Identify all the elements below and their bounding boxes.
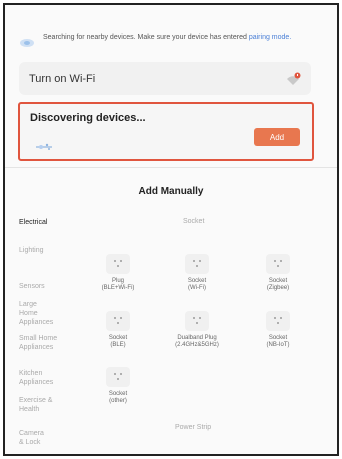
device-name: Socket: [108, 335, 128, 341]
device-socket-wifi[interactable]: Socket (Wi-Fi): [162, 254, 232, 292]
section-title-socket: Socket: [183, 218, 205, 225]
device-protocol: (Zigbee): [266, 285, 290, 291]
plug-icon: [106, 254, 130, 274]
device-protocol: (other): [109, 398, 127, 404]
discovering-panel: Discovering devices... Add: [18, 102, 314, 161]
device-name: Socket: [108, 391, 128, 397]
sidebar-item-small-home-appliances[interactable]: Small Home Appliances: [19, 334, 63, 352]
socket-icon: [106, 367, 130, 387]
sidebar-item-electrical[interactable]: Electrical: [19, 218, 79, 227]
section-title-power-strip: Power Strip: [175, 424, 212, 431]
device-socket-nb-iot[interactable]: Socket (NB-IoT): [243, 311, 313, 349]
sidebar-item-sensors[interactable]: Sensors: [19, 282, 79, 291]
scanning-icon: [36, 143, 52, 150]
sidebar-item-large-home-appliances[interactable]: Large Home Appliances: [19, 300, 53, 327]
device-plug-ble-wifi[interactable]: Plug (BLE+Wi-Fi): [83, 254, 153, 292]
add-button[interactable]: Add: [254, 128, 300, 146]
socket-icon: [185, 254, 209, 274]
device-protocol: (BLE): [110, 342, 126, 348]
device-socket-ble[interactable]: Socket (BLE): [83, 311, 153, 349]
plug-icon: [185, 311, 209, 331]
device-socket-other[interactable]: Socket (other): [83, 367, 153, 405]
add-manually-title: Add Manually: [138, 186, 204, 197]
section-divider: [5, 167, 337, 168]
device-name: Socket: [268, 278, 288, 284]
radar-icon: [20, 39, 34, 47]
device-protocol: (Wi-Fi): [188, 285, 206, 291]
socket-icon: [266, 254, 290, 274]
wifi-warning-icon[interactable]: [285, 72, 301, 86]
discovering-title: Discovering devices...: [30, 112, 146, 124]
device-protocol: (2.4GHz&5GHz): [175, 342, 219, 348]
device-socket-zigbee[interactable]: Socket (Zigbee): [243, 254, 313, 292]
pairing-mode-link[interactable]: pairing mode.: [249, 34, 291, 41]
device-name: Plug: [111, 278, 124, 284]
socket-icon: [266, 311, 290, 331]
device-name: Socket: [187, 278, 207, 284]
wifi-row[interactable]: Turn on Wi-Fi: [19, 62, 311, 95]
device-dualband-plug[interactable]: Dualband Plug (2.4GHz&5GHz): [162, 311, 232, 349]
banner-message: Searching for nearby devices. Make sure …: [43, 33, 291, 42]
screen-frame: Searching for nearby devices. Make sure …: [3, 3, 339, 456]
device-protocol: (NB-IoT): [266, 342, 290, 348]
banner-text: Searching for nearby devices. Make sure …: [43, 34, 249, 41]
search-banner: Searching for nearby devices. Make sure …: [19, 33, 323, 57]
device-name: Socket: [268, 335, 288, 341]
device-name: Dualband Plug: [177, 335, 217, 341]
sidebar-item-lighting[interactable]: Lighting: [19, 246, 79, 255]
sidebar-item-kitchen-appliances[interactable]: Kitchen Appliances: [19, 369, 63, 387]
sidebar-item-camera-lock[interactable]: Camera & Lock: [19, 429, 49, 447]
sidebar-item-exercise-health[interactable]: Exercise & Health: [19, 396, 63, 414]
wifi-label: Turn on Wi-Fi: [29, 72, 96, 85]
device-protocol: (BLE+Wi-Fi): [101, 285, 135, 291]
socket-icon: [106, 311, 130, 331]
